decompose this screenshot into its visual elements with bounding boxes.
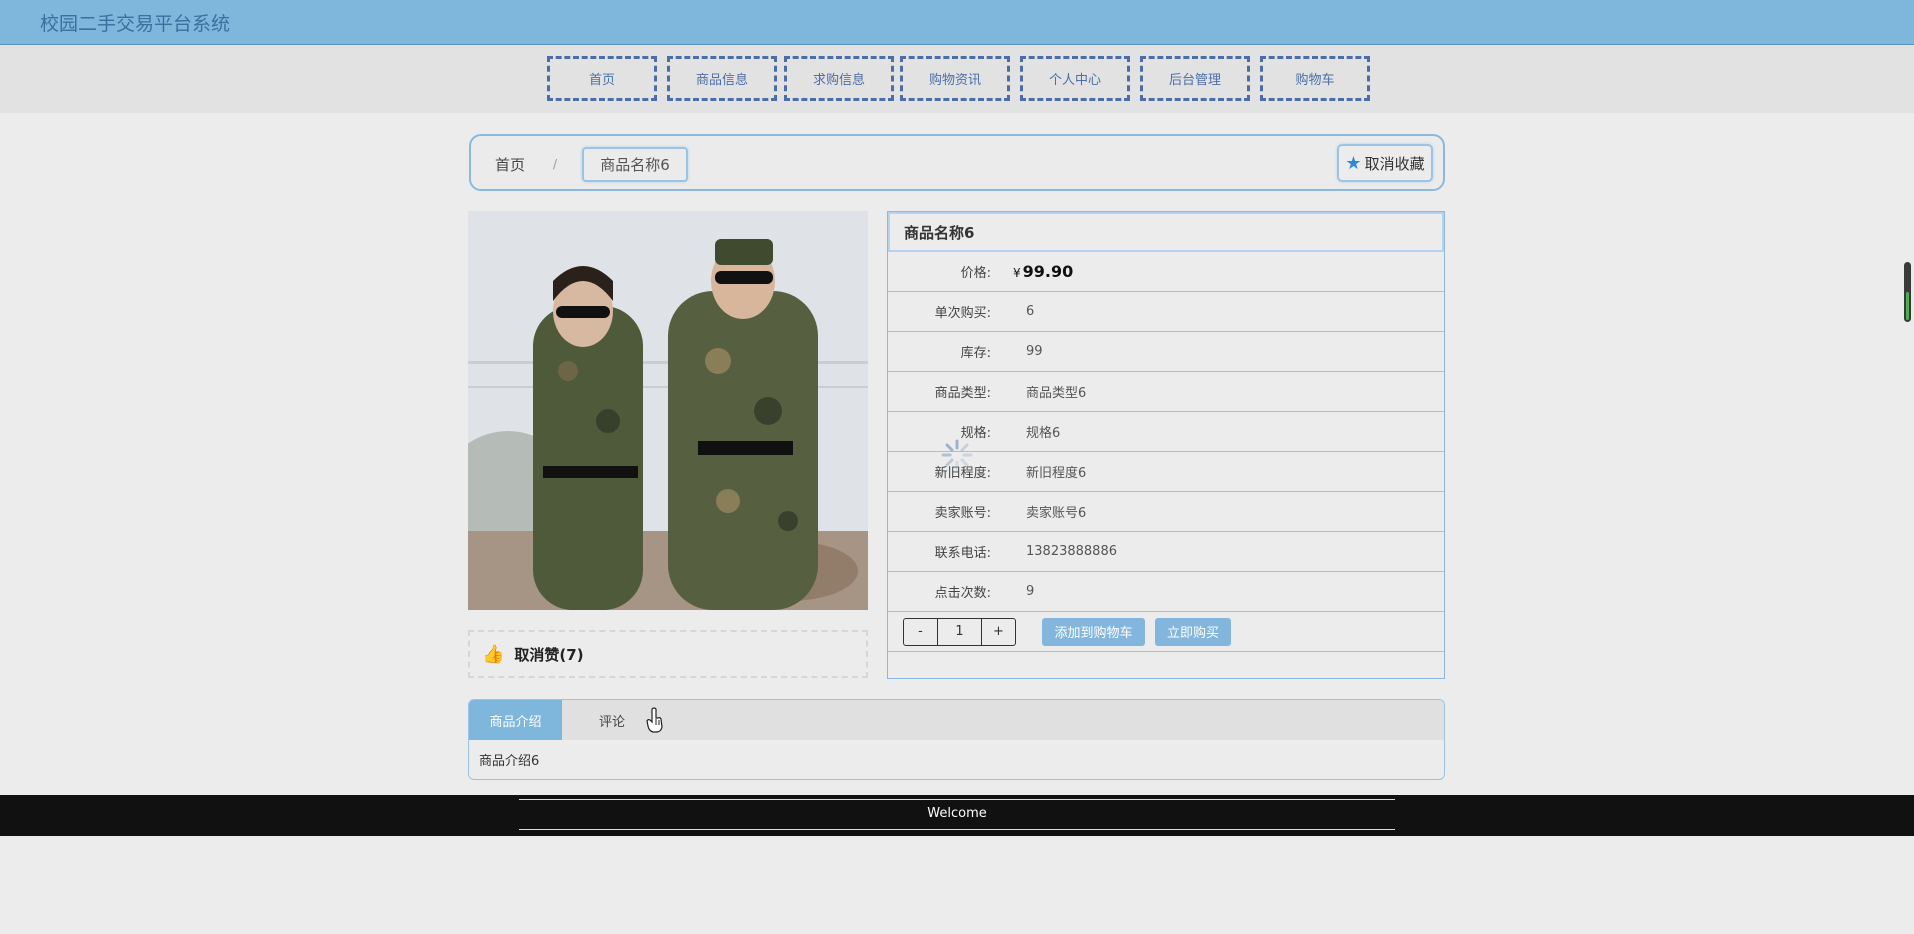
info-row-phone: 联系电话: 13823888886 <box>888 532 1444 572</box>
breadcrumb-current: 商品名称6 <box>582 147 688 182</box>
unlike-label: 取消赞(7) <box>514 645 584 664</box>
field-value: 规格6 <box>1026 426 1061 441</box>
footer-divider-bottom <box>519 829 1395 830</box>
product-image <box>468 211 868 610</box>
nav-news[interactable]: 购物资讯 <box>900 56 1010 101</box>
tab-content: 商品介绍6 <box>479 754 540 769</box>
loading-spinner-icon <box>941 439 973 471</box>
tab-description[interactable]: 商品介绍 <box>469 700 562 740</box>
add-to-cart-button[interactable]: 添加到购物车 <box>1042 617 1145 646</box>
buy-now-button[interactable]: 立即购买 <box>1155 617 1231 646</box>
info-row-seller: 卖家账号: 卖家账号6 <box>888 492 1444 532</box>
field-label: 点击次数: <box>934 586 991 601</box>
decrement-button[interactable]: - <box>904 619 937 645</box>
field-label: 单次购买: <box>934 306 991 321</box>
thumbs-up-icon: 👍 <box>482 643 505 665</box>
breadcrumb-separator: / <box>553 157 558 171</box>
nav-cart[interactable]: 购物车 <box>1260 56 1370 101</box>
quantity-stepper: - 1 + <box>903 617 1016 646</box>
nav-home[interactable]: 首页 <box>547 56 657 101</box>
field-value: 99 <box>1026 344 1043 359</box>
footer-divider-top <box>519 799 1395 800</box>
top-header: 校园二手交易平台系统 <box>0 0 1914 45</box>
info-row-stock: 库存: 99 <box>888 332 1444 372</box>
info-row-price: 价格: ¥99.90 <box>888 252 1444 292</box>
app-title: 校园二手交易平台系统 <box>40 13 231 35</box>
footer-text: Welcome <box>927 806 987 821</box>
footer: Welcome <box>0 795 1914 836</box>
breadcrumb: 首页 / 商品名称6 ★ 取消收藏 <box>469 134 1445 191</box>
unfavorite-button[interactable]: ★ 取消收藏 <box>1337 144 1433 182</box>
star-icon: ★ <box>1345 152 1362 174</box>
product-name: 商品名称6 <box>888 212 1444 252</box>
nav-requests[interactable]: 求购信息 <box>784 56 894 101</box>
price-label: 价格: <box>960 266 991 281</box>
unfavorite-label: 取消收藏 <box>1364 154 1425 173</box>
field-value: 商品类型6 <box>1026 386 1087 401</box>
price-value: ¥99.90 <box>1013 262 1073 281</box>
tabs-bar: 商品介绍 评论 <box>469 700 1444 740</box>
info-row-single-purchase: 单次购买: 6 <box>888 292 1444 332</box>
scrollbar-thumb[interactable] <box>1904 262 1911 322</box>
nav-profile[interactable]: 个人中心 <box>1020 56 1130 101</box>
field-value: 9 <box>1026 584 1035 599</box>
info-row-clicks: 点击次数: 9 <box>888 572 1444 612</box>
field-label: 卖家账号: <box>934 506 991 521</box>
field-value: 卖家账号6 <box>1026 506 1087 521</box>
nav-admin[interactable]: 后台管理 <box>1140 56 1250 101</box>
nav-products[interactable]: 商品信息 <box>667 56 777 101</box>
price-amount: 99.90 <box>1022 262 1074 281</box>
field-value: 13823888886 <box>1026 544 1117 559</box>
unlike-button[interactable]: 👍 取消赞(7) <box>468 630 868 678</box>
field-value: 新旧程度6 <box>1026 466 1087 481</box>
currency-symbol: ¥ <box>1013 266 1021 280</box>
breadcrumb-home[interactable]: 首页 <box>495 154 525 175</box>
increment-button[interactable]: + <box>982 619 1015 645</box>
product-tabs: 商品介绍 评论 商品介绍6 <box>468 699 1445 780</box>
field-label: 库存: <box>960 346 991 361</box>
field-value: 6 <box>1026 304 1035 319</box>
main-nav: 首页 商品信息 求购信息 购物资讯 个人中心 后台管理 购物车 <box>0 45 1914 113</box>
quantity-input[interactable]: 1 <box>937 618 982 645</box>
info-row-category: 商品类型: 商品类型6 <box>888 372 1444 412</box>
hand-cursor-icon <box>646 707 663 733</box>
purchase-row: - 1 + 添加到购物车 立即购买 <box>888 612 1444 652</box>
field-label: 联系电话: <box>934 546 991 561</box>
field-label: 商品类型: <box>934 386 991 401</box>
